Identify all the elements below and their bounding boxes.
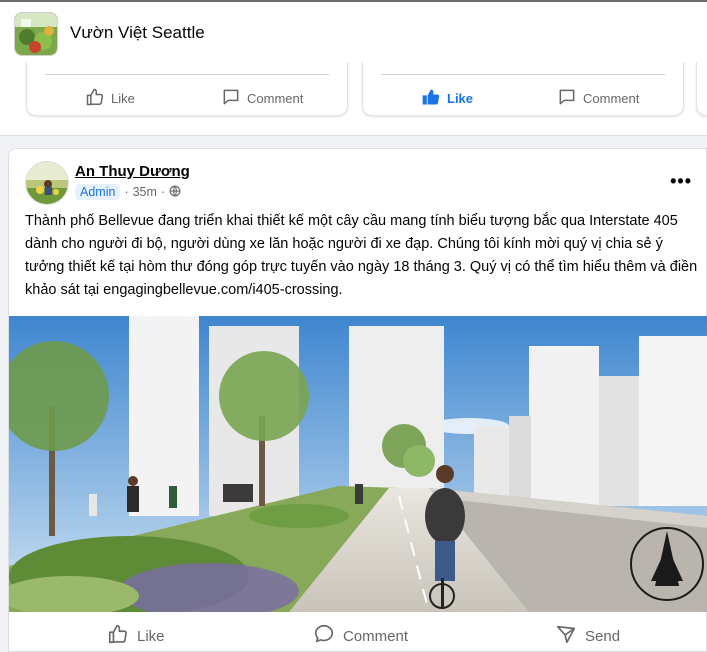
like-button[interactable]: Like <box>85 87 135 110</box>
divider <box>381 74 665 75</box>
comment-icon <box>313 623 335 649</box>
globe-icon <box>169 185 181 200</box>
meta-separator: · <box>160 185 166 199</box>
send-icon <box>555 623 577 649</box>
comment-label: Comment <box>247 91 304 106</box>
previous-post-card: Like Comment <box>362 62 684 116</box>
post-card: An Thuy Dương Admin · 35m · ••• Thành ph… <box>8 148 707 652</box>
divider <box>45 74 329 75</box>
post-time[interactable]: 35m <box>133 185 157 199</box>
more-options-button[interactable]: ••• <box>670 171 692 192</box>
like-label: Like <box>137 627 165 645</box>
post-image[interactable] <box>9 316 707 612</box>
author-avatar[interactable] <box>25 161 69 205</box>
group-title[interactable]: Vườn Việt Seattle <box>70 23 205 43</box>
previous-post-card: Like Comment <box>26 62 348 116</box>
comment-label: Comment <box>583 91 640 106</box>
thumbs-up-filled-icon <box>421 87 441 110</box>
meta-separator: · <box>124 185 129 199</box>
comment-icon <box>221 87 241 110</box>
post-text: Thành phố Bellevue đang triển khai thiết… <box>25 213 698 298</box>
like-button-active[interactable]: Like <box>421 87 473 110</box>
thumbs-up-icon <box>85 87 105 110</box>
group-header: Vườn Việt Seattle <box>0 0 707 62</box>
post-meta: Admin · 35m · <box>75 184 181 200</box>
admin-badge: Admin <box>75 184 121 200</box>
author-name[interactable]: An Thuy Dương <box>75 163 190 180</box>
group-avatar[interactable] <box>14 12 58 56</box>
previous-post-card-edge <box>696 62 707 116</box>
like-button[interactable]: Like <box>107 623 165 649</box>
send-label: Send <box>585 627 621 645</box>
like-label: Like <box>447 91 474 106</box>
comment-icon <box>557 87 577 110</box>
post-actions: Like Comment Send <box>9 617 707 651</box>
comment-label: Comment <box>343 627 409 645</box>
thumbs-up-icon <box>107 623 129 649</box>
comment-button[interactable]: Comment <box>557 87 639 110</box>
comment-button[interactable]: Comment <box>221 87 303 110</box>
comment-button[interactable]: Comment <box>313 623 408 649</box>
send-button[interactable]: Send <box>555 623 620 649</box>
like-label: Like <box>111 91 135 106</box>
